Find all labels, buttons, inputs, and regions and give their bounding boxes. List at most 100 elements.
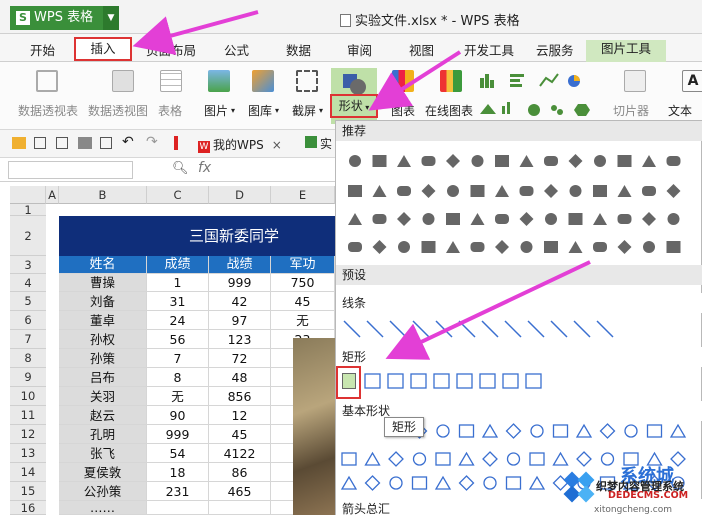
row-header[interactable]: 10 (10, 387, 46, 406)
pivot-chart-button[interactable]: 数据透视图 (88, 102, 148, 119)
gallery-button[interactable]: 图库 (248, 102, 272, 119)
chart-type-gallery[interactable] (478, 70, 598, 122)
shape-item[interactable] (666, 241, 681, 253)
open-folder-icon[interactable] (12, 137, 26, 149)
tab-page-layout[interactable]: 页面布局 (146, 40, 196, 59)
table-cell[interactable]: 吕布 (59, 368, 147, 387)
screenshot-button[interactable]: 截屏 (292, 102, 316, 119)
print-icon[interactable] (78, 137, 92, 149)
chevron-down-icon[interactable]: ▾ (275, 106, 279, 115)
slicer-button[interactable]: 切片器 (613, 102, 649, 119)
textbox-icon[interactable]: A (682, 70, 702, 92)
table-cell[interactable]: 4122 (209, 444, 271, 463)
basic-shape[interactable] (341, 452, 357, 466)
line-shape[interactable] (504, 320, 522, 338)
table-cell[interactable]: 31 (147, 292, 209, 311)
table-cell[interactable] (209, 501, 271, 515)
shape-item[interactable] (643, 241, 655, 253)
undo-icon[interactable]: ↶ (122, 134, 134, 150)
shape-item[interactable] (398, 241, 410, 253)
fx-icon[interactable]: fx (198, 160, 211, 176)
table-cell[interactable]: 90 (147, 406, 209, 425)
tab-cloud[interactable]: 云服务 (536, 40, 574, 59)
line-shape[interactable] (481, 320, 499, 338)
row-header[interactable]: 8 (10, 349, 46, 368)
shape-item[interactable] (617, 155, 632, 167)
shape-item[interactable] (422, 213, 435, 225)
tab-home[interactable]: 开始 (30, 40, 55, 59)
table-cell[interactable]: 赵云 (59, 406, 147, 425)
table-cell[interactable]: 999 (209, 274, 271, 292)
line-shape[interactable] (343, 320, 361, 338)
line-shape[interactable] (366, 320, 384, 338)
shape-item[interactable] (544, 184, 558, 198)
pivot-table-icon[interactable] (36, 70, 58, 92)
shape-item[interactable] (470, 242, 485, 252)
table-cell[interactable]: 45 (271, 292, 335, 311)
shape-item[interactable] (495, 240, 509, 254)
rectangle-variant-shape[interactable] (410, 373, 427, 389)
table-cell[interactable]: 孔明 (59, 425, 147, 444)
table-button[interactable]: 表格 (158, 102, 182, 119)
column-header-e[interactable]: E (271, 186, 335, 204)
shape-item[interactable] (372, 185, 387, 197)
row-header[interactable]: 6 (10, 311, 46, 330)
shape-item[interactable] (593, 185, 607, 197)
rectangle-variant-shape[interactable] (525, 373, 542, 389)
shape-item[interactable] (666, 184, 681, 198)
pivot-table-button[interactable]: 数据透视表 (18, 102, 78, 119)
table-header-cell[interactable]: 军功 (271, 256, 335, 274)
shape-item[interactable] (642, 186, 656, 196)
table-cell[interactable]: 12 (209, 406, 271, 425)
table-cell[interactable]: 无 (271, 311, 335, 330)
column-header-a[interactable]: A (46, 186, 59, 204)
shape-item[interactable] (519, 186, 534, 196)
shape-item[interactable] (569, 185, 582, 197)
chevron-down-icon[interactable]: ▾ (319, 106, 323, 115)
pivot-chart-icon[interactable] (112, 70, 134, 92)
scissors-icon[interactable] (296, 70, 318, 92)
table-cell[interactable]: 孙策 (59, 349, 147, 368)
shape-item[interactable] (446, 213, 460, 225)
column-header-c[interactable]: C (147, 186, 209, 204)
shape-item[interactable] (446, 154, 460, 168)
redo-icon[interactable]: ↷ (146, 134, 158, 150)
shape-item[interactable] (544, 241, 558, 253)
line-shape[interactable] (389, 320, 407, 338)
line-shape[interactable] (573, 320, 591, 338)
table-title[interactable]: 三国新委同学 (59, 216, 335, 256)
shape-item[interactable] (593, 213, 607, 225)
rectangle-variant-shape[interactable] (364, 373, 381, 389)
shape-item[interactable] (617, 185, 632, 197)
shape-item[interactable] (348, 213, 362, 225)
tab-document[interactable]: 实 (320, 135, 332, 152)
basic-shape[interactable] (458, 451, 475, 466)
shape-item[interactable] (372, 214, 387, 224)
shape-item[interactable] (593, 242, 607, 252)
row-header[interactable]: 1 (10, 204, 46, 216)
basic-shape[interactable] (458, 475, 475, 491)
shape-item[interactable] (568, 241, 583, 253)
basic-shape[interactable] (436, 424, 450, 438)
tab-developer[interactable]: 开发工具 (464, 40, 514, 59)
tab-my-wps[interactable]: W 我的WPS × (198, 136, 282, 153)
picture-icon[interactable] (208, 70, 230, 92)
basic-shape[interactable] (506, 452, 521, 466)
table-icon[interactable] (160, 70, 182, 92)
table-cell[interactable]: 7 (147, 349, 209, 368)
table-cell[interactable]: 97 (209, 311, 271, 330)
line-shape[interactable] (412, 320, 430, 338)
basic-shape[interactable] (482, 451, 498, 467)
table-cell[interactable]: 24 (147, 311, 209, 330)
table-header-cell[interactable]: 姓名 (59, 256, 147, 274)
row-header[interactable]: 13 (10, 444, 46, 463)
row-header[interactable]: 3 (10, 256, 46, 274)
basic-shape[interactable] (529, 452, 545, 466)
row-header[interactable]: 2 (10, 216, 46, 256)
table-cell[interactable]: 86 (209, 463, 271, 482)
table-cell[interactable]: 公孙策 (59, 482, 147, 501)
tab-insert[interactable]: 插入 (74, 37, 132, 61)
table-cell[interactable]: 72 (209, 349, 271, 368)
basic-shape[interactable] (530, 424, 544, 438)
table-cell[interactable]: 999 (147, 425, 209, 444)
